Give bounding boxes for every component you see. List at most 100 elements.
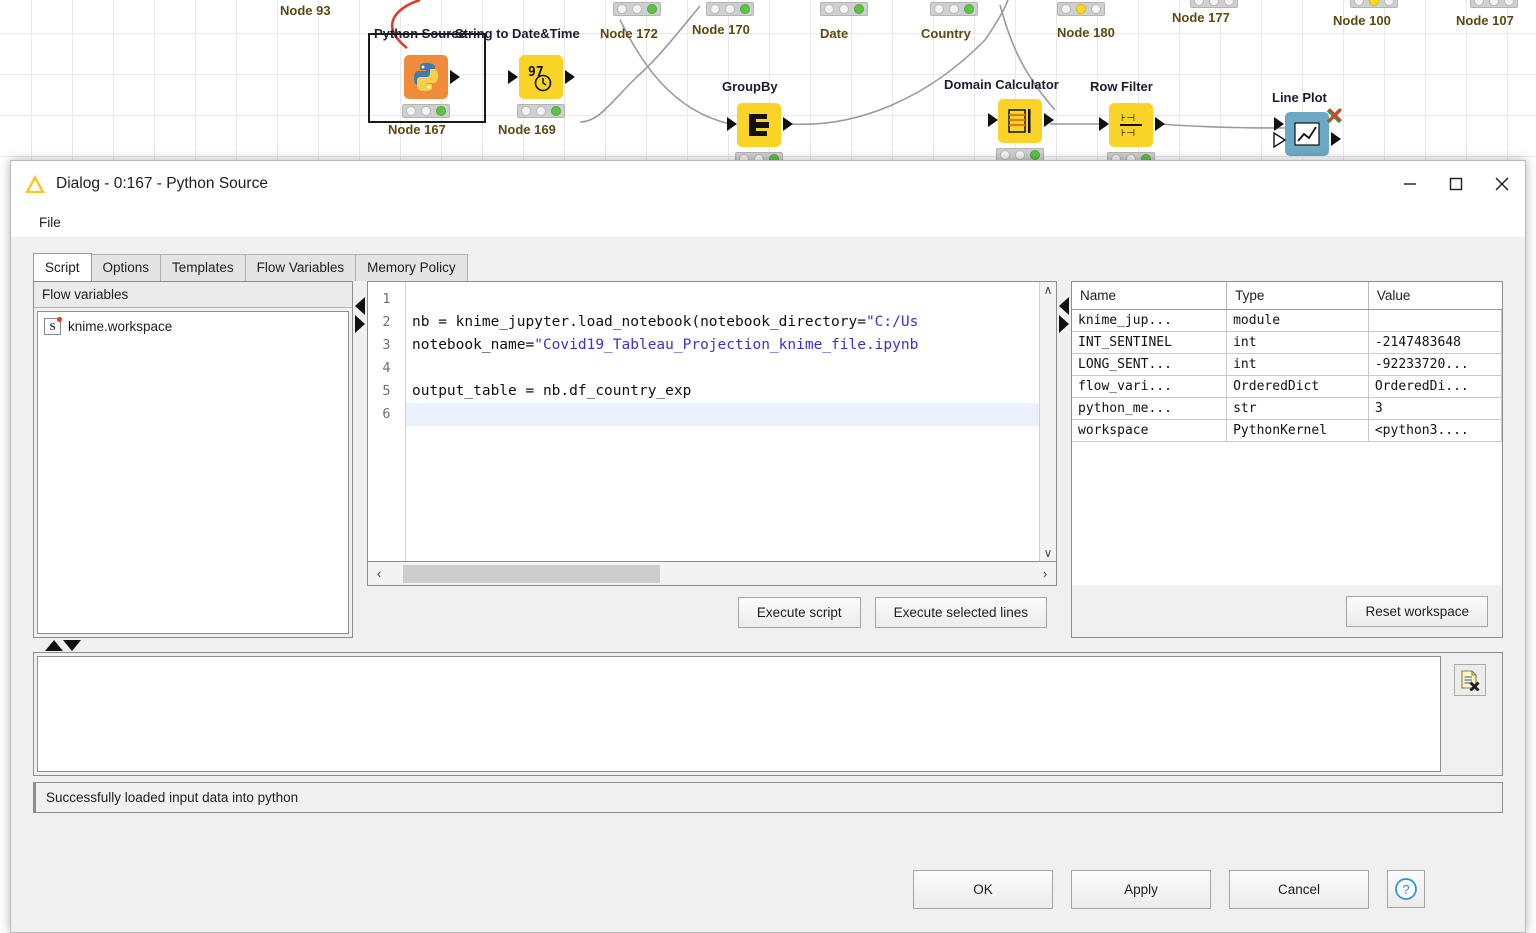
canvas-label-node-180: Node 180 [1057, 25, 1115, 40]
groupby-in-port [727, 117, 737, 131]
scroll-right-icon[interactable]: › [1034, 566, 1056, 581]
row-filter-out-port [1155, 117, 1165, 131]
editor-vertical-scrollbar[interactable]: ∧ ∨ [1039, 282, 1056, 561]
scroll-down-icon[interactable]: ∨ [1044, 547, 1053, 559]
tab-flow-variables[interactable]: Flow Variables [244, 254, 357, 281]
splitter-down-icon[interactable] [63, 639, 81, 651]
node-180-status [1057, 2, 1105, 16]
script-editor[interactable]: 1 2 3 4 5 6 nb = knime_jupyter.load_note… [367, 281, 1057, 562]
dialog-titlebar[interactable]: Dialog - 0:167 - Python Source [11, 161, 1525, 207]
execute-script-button[interactable]: Execute script [737, 596, 861, 628]
reset-workspace-button[interactable]: Reset workspace [1346, 595, 1488, 627]
table-row[interactable]: LONG_SENT... int -92233720... [1072, 353, 1502, 376]
cell-value: 3 [1368, 397, 1502, 420]
canvas-label-country: Country [921, 26, 971, 41]
splitter-collapse-right-icon[interactable] [355, 315, 365, 333]
tab-memory-policy[interactable]: Memory Policy [355, 254, 468, 281]
row-filter-icon: ⊦⊣ ⊦⊣ [1120, 113, 1142, 139]
table-header-row: Name Type Value [1072, 282, 1502, 310]
splitter-collapse-left-icon[interactable] [355, 297, 365, 315]
tab-options[interactable]: Options [90, 254, 162, 281]
flow-variables-panel: Flow variables S knime.workspace [33, 281, 353, 638]
svg-text:97: 97 [528, 65, 544, 80]
execute-selected-lines-button[interactable]: Execute selected lines [874, 596, 1047, 628]
line-plot-out-port [1331, 132, 1341, 146]
line-number: 2 [382, 314, 391, 330]
table-row[interactable]: knime_jup... module [1072, 309, 1502, 332]
table-row[interactable]: INT_SENTINEL int -2147483648 [1072, 331, 1502, 354]
cancel-button[interactable]: Cancel [1229, 869, 1369, 909]
console-splitter[interactable] [33, 638, 1503, 652]
node-169-status [517, 104, 565, 118]
python-source-out-port [450, 70, 460, 84]
line-number: 3 [382, 337, 391, 353]
canvas-label-node-167: Node 167 [388, 122, 446, 137]
workspace-splitter[interactable] [1057, 281, 1071, 638]
cell-value: -2147483648 [1368, 331, 1502, 354]
canvas-label-node-93: Node 93 [280, 3, 331, 18]
line-number: 4 [382, 360, 391, 376]
string-to-datetime-out-port [565, 70, 575, 84]
canvas-label-node-169: Node 169 [498, 122, 556, 137]
cell-type: int [1226, 353, 1369, 376]
node-177-status [1190, 0, 1238, 8]
hscroll-thumb[interactable] [402, 564, 661, 583]
column-header-value[interactable]: Value [1368, 282, 1502, 310]
menu-item-file[interactable]: File [33, 212, 67, 233]
dialog-title: Dialog - 0:167 - Python Source [56, 175, 268, 192]
canvas-label-node-107: Node 107 [1456, 13, 1514, 28]
canvas-label-node-170: Node 170 [692, 22, 750, 37]
apply-button[interactable]: Apply [1071, 869, 1211, 909]
minimize-icon[interactable] [1387, 161, 1433, 207]
list-item[interactable]: S knime.workspace [38, 316, 348, 337]
scroll-left-icon[interactable]: ‹ [368, 566, 390, 581]
column-header-name[interactable]: Name [1072, 282, 1228, 310]
table-row[interactable]: workspace PythonKernel <python3.... [1072, 419, 1502, 442]
node-line-plot[interactable] [1285, 112, 1329, 156]
node-groupby[interactable] [737, 103, 781, 147]
maximize-icon[interactable] [1433, 161, 1479, 207]
node-python-source[interactable] [404, 55, 448, 99]
editor-horizontal-scrollbar[interactable]: ‹ › [367, 562, 1057, 586]
table-row[interactable]: python_me... str 3 [1072, 397, 1502, 420]
help-button[interactable]: ? [1387, 870, 1425, 908]
node-domain-calculator[interactable] [998, 99, 1042, 143]
canvas-label-node-100: Node 100 [1333, 13, 1391, 28]
hscroll-track[interactable] [390, 563, 1034, 585]
canvas-label-node-172: Node 172 [600, 26, 658, 41]
workspace-table-wrap[interactable]: Name Type Value knime_jup... module INT_… [1072, 282, 1502, 585]
column-header-type[interactable]: Type [1226, 282, 1369, 310]
cell-type: OrderedDict [1226, 375, 1369, 398]
canvas-label-node-177: Node 177 [1172, 10, 1230, 25]
console-output[interactable] [37, 656, 1441, 772]
dialog-footer: OK Apply Cancel ? [11, 846, 1525, 932]
code-text-area[interactable]: nb = knime_jupyter.load_notebook(noteboo… [406, 282, 1039, 561]
table-row[interactable]: flow_vari... OrderedDict OrderedDi... [1072, 375, 1502, 398]
window-controls [1387, 161, 1525, 207]
clear-console-button[interactable] [1454, 664, 1486, 696]
cell-name: flow_vari... [1072, 375, 1228, 398]
cell-value: <python3.... [1368, 419, 1502, 442]
node-167-status [402, 104, 450, 118]
svg-text:⊦⊣: ⊦⊣ [1121, 113, 1135, 124]
scroll-up-icon[interactable]: ∧ [1044, 284, 1053, 296]
dialog-body: Script Options Templates Flow Variables … [11, 237, 1525, 932]
knime-workflow-canvas[interactable]: 97 ⊦⊣ ⊦⊣ Node 93 Python Source String to… [0, 0, 1536, 160]
flow-variables-splitter[interactable] [353, 281, 367, 638]
workspace-collapse-left-icon[interactable] [1059, 297, 1069, 315]
close-icon[interactable] [1479, 161, 1525, 207]
tab-templates[interactable]: Templates [160, 254, 246, 281]
workspace-collapse-right-icon[interactable] [1059, 315, 1069, 333]
python-icon [414, 63, 438, 91]
flow-variables-list[interactable]: S knime.workspace [37, 311, 349, 634]
splitter-up-icon[interactable] [45, 639, 63, 651]
node-domain-calculator-status [996, 148, 1044, 160]
console-toolbar [1441, 656, 1499, 772]
node-string-to-datetime[interactable]: 97 [519, 55, 563, 99]
node-row-filter[interactable]: ⊦⊣ ⊦⊣ [1109, 103, 1153, 147]
console-row [33, 652, 1503, 776]
node-107-status [1470, 0, 1518, 8]
ok-button[interactable]: OK [913, 869, 1053, 909]
tab-script[interactable]: Script [33, 253, 92, 281]
